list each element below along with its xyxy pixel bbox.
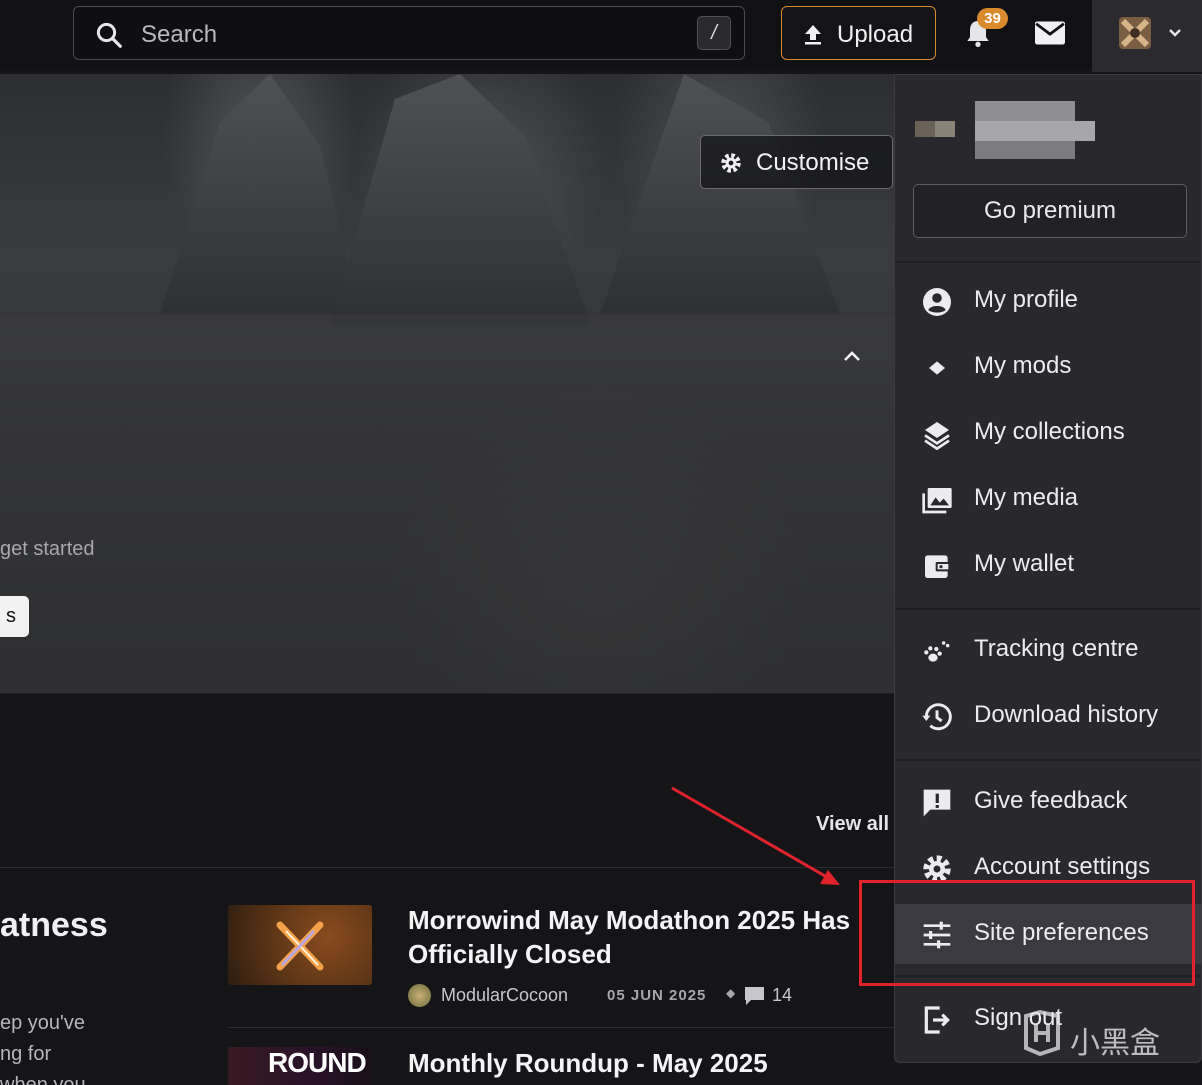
hero-overlay-panel xyxy=(0,315,895,693)
news-thumbnail[interactable]: ROUND UP xyxy=(228,1047,372,1085)
news-author[interactable]: ModularCocoon xyxy=(441,985,568,1006)
chevron-up-icon[interactable] xyxy=(840,347,864,365)
feedback-icon xyxy=(923,789,951,817)
section-heading: atness xyxy=(0,906,108,944)
description-line: ng for xyxy=(0,1043,52,1065)
sign-out-icon xyxy=(924,1006,950,1034)
menu-item-label: My mods xyxy=(974,352,1072,379)
menu-divider xyxy=(895,608,1201,610)
menu-item-my-collections[interactable]: My collections xyxy=(895,403,1201,463)
images-icon xyxy=(922,488,952,514)
author-avatar xyxy=(408,984,431,1007)
messages-mail-icon[interactable] xyxy=(1035,21,1065,45)
thumbnail-text: ROUND UP xyxy=(268,1047,367,1085)
history-icon xyxy=(922,703,952,731)
mountain-shape xyxy=(160,74,360,314)
search-icon xyxy=(96,22,122,48)
menu-divider xyxy=(895,759,1201,761)
upload-label: Upload xyxy=(837,21,914,48)
menu-item-label: My wallet xyxy=(974,550,1075,577)
user-circle-icon xyxy=(923,288,951,316)
news-title[interactable]: Monthly Roundup - May 2025 xyxy=(408,1046,888,1080)
menu-divider xyxy=(895,261,1201,263)
menu-item-label: Give feedback xyxy=(974,787,1128,814)
description-line: when you xyxy=(0,1074,86,1085)
layers-icon xyxy=(924,422,950,450)
comment-icon xyxy=(745,987,764,1005)
menu-item-label: My collections xyxy=(974,418,1125,445)
news-thumbnail[interactable] xyxy=(228,905,372,985)
comment-count: 14 xyxy=(772,985,793,1005)
menu-item-tracking-centre[interactable]: Tracking centre xyxy=(895,620,1201,680)
diamond-icon xyxy=(929,361,945,375)
menu-item-give-feedback[interactable]: Give feedback xyxy=(895,772,1201,832)
blurred-user-info xyxy=(915,101,1095,161)
menu-item-label: Account settings xyxy=(974,853,1151,880)
gear-icon xyxy=(721,153,741,173)
news-divider xyxy=(228,1027,895,1028)
menu-item-my-media[interactable]: My media xyxy=(895,469,1201,529)
news-title[interactable]: Morrowind May Modathon 2025 Has Official… xyxy=(408,903,888,971)
news-date: 05 JUN 2025 xyxy=(607,987,707,1004)
annotation-arrow-icon xyxy=(671,786,840,885)
highlight-annotation-box xyxy=(859,880,1195,986)
chevron-down-icon xyxy=(1169,29,1181,37)
search-input[interactable]: Search / xyxy=(73,6,745,60)
upload-icon xyxy=(805,25,821,45)
customise-label: Customise xyxy=(756,149,870,176)
description-line: ep you've xyxy=(0,1012,85,1034)
hero-subtext: get started xyxy=(0,538,95,560)
meta-separator: ◆ xyxy=(726,986,736,1000)
search-shortcut-key: / xyxy=(697,16,731,50)
crossed-swords-icon xyxy=(276,921,324,971)
watermark-text: 小黑盒 xyxy=(1070,1027,1160,1060)
paw-icon xyxy=(924,641,950,662)
menu-item-label: My profile xyxy=(974,286,1079,313)
go-premium-button[interactable]: Go premium xyxy=(913,184,1187,238)
menu-item-my-mods[interactable]: My mods xyxy=(895,337,1201,397)
menu-item-my-profile[interactable]: My profile xyxy=(895,271,1201,331)
hero-cta-button[interactable]: s xyxy=(0,596,29,637)
mountain-shape xyxy=(600,74,840,314)
upload-button[interactable]: Upload xyxy=(781,6,936,60)
menu-item-label: Download history xyxy=(974,701,1159,728)
menu-item-download-history[interactable]: Download history xyxy=(895,686,1201,746)
notification-count-badge: 39 xyxy=(977,8,1008,29)
wallet-icon xyxy=(925,555,951,578)
search-placeholder: Search xyxy=(141,21,218,48)
user-avatar[interactable] xyxy=(1119,17,1151,49)
mountain-shape xyxy=(330,74,590,324)
menu-item-label: Tracking centre xyxy=(974,635,1139,662)
customise-button[interactable]: Customise xyxy=(700,135,893,189)
top-bar: Search / Upload 39 xyxy=(0,0,1202,72)
section-description: ep you've ng for when you xyxy=(0,1008,86,1085)
menu-item-label: My media xyxy=(974,484,1079,511)
menu-item-my-wallet[interactable]: My wallet xyxy=(895,535,1201,595)
